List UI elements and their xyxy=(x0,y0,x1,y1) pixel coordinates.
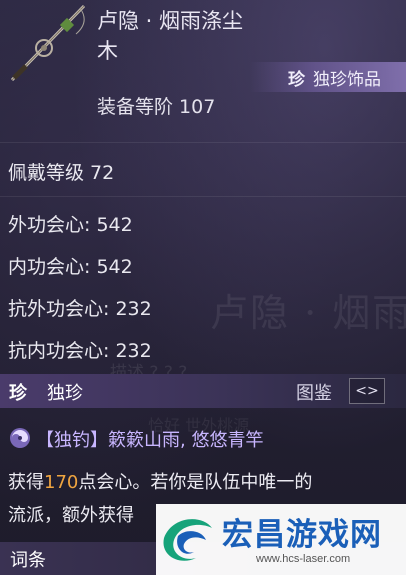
watermark-title: 宏昌游戏网 xyxy=(222,517,382,553)
skill-title: 【独钓】簌簌山雨, 悠悠青竿 xyxy=(36,430,264,451)
site-watermark: 宏昌游戏网 www.hcs-laser.com xyxy=(156,504,406,575)
rarity-mark: 珍 xyxy=(288,69,305,90)
desc-prefix: 获得 xyxy=(8,472,44,493)
item-tooltip-panel: 卢隐 · 烟雨涤尘 描述 ? ? ? 恰好 世外桃源 卢隐 · 烟雨涤尘 木 珍… xyxy=(0,0,406,575)
ghost-item-title: 卢隐 · 烟雨涤尘 xyxy=(210,291,406,335)
equip-level: 装备等阶 107 xyxy=(97,96,216,118)
site-logo-icon xyxy=(163,519,212,561)
ci-label: 词条 xyxy=(10,550,46,571)
swirl-icon xyxy=(10,428,30,448)
rarity-tag: 珍 独珍饰品 xyxy=(250,62,406,92)
stat-resist-inner-crit: 抗内功会心: 232 xyxy=(8,340,152,362)
desc-value: 170 xyxy=(44,472,79,493)
skill-desc-line1: 获得170点会心。若你是队伍中唯一的 xyxy=(8,466,398,499)
fishing-rod-icon xyxy=(10,4,86,82)
wear-level: 佩戴等级 72 xyxy=(8,162,115,184)
stat-outer-crit: 外功会心: 542 xyxy=(8,214,133,236)
watermark-url: www.hcs-laser.com xyxy=(256,553,351,565)
rare-name: 独珍 xyxy=(47,383,83,404)
rarity-label: 独珍饰品 xyxy=(313,69,381,90)
item-name-line1: 卢隐 · 烟雨涤尘 xyxy=(97,9,244,33)
desc-suffix: 点会心。若你是队伍中唯一的 xyxy=(78,472,313,493)
rare-mark: 珍 xyxy=(9,383,27,404)
divider xyxy=(0,196,406,197)
tujian-label[interactable]: 图鉴 xyxy=(296,379,332,405)
stat-resist-outer-crit: 抗外功会心: 232 xyxy=(8,298,152,320)
rare-section-header: 珍 独珍 图鉴 <> xyxy=(0,374,406,408)
stat-inner-crit: 内功会心: 542 xyxy=(8,256,133,278)
tujian-button[interactable]: <> xyxy=(349,378,385,404)
item-name: 卢隐 · 烟雨涤尘 木 xyxy=(97,6,297,66)
divider xyxy=(0,142,406,143)
